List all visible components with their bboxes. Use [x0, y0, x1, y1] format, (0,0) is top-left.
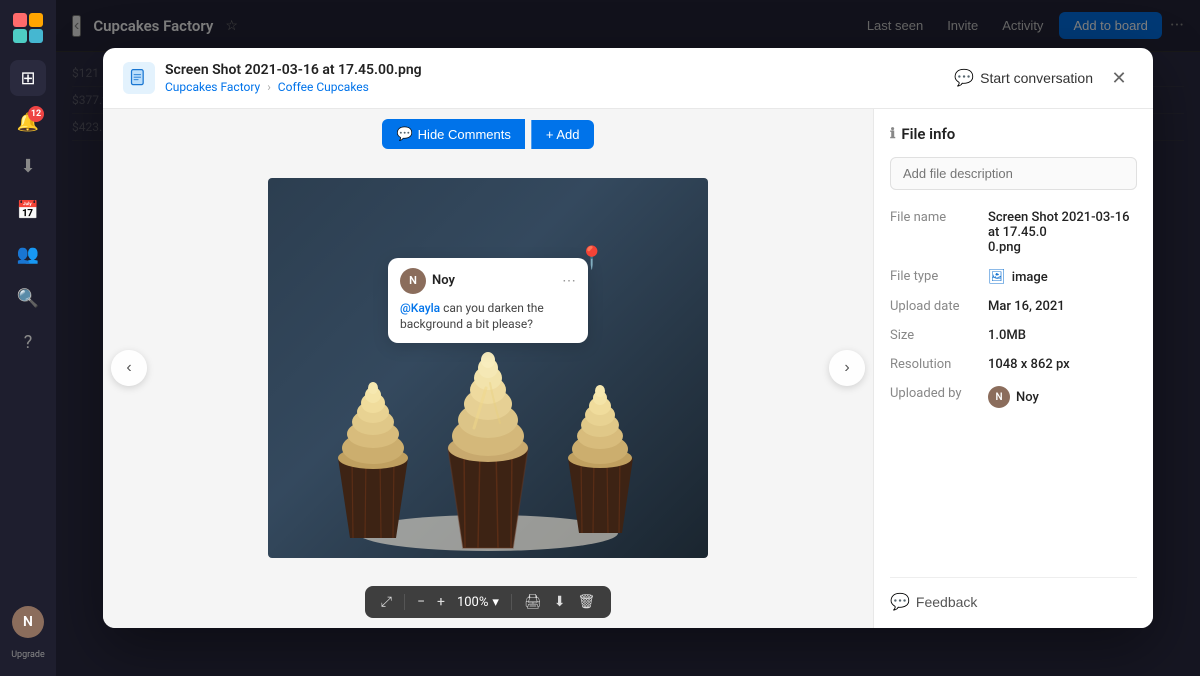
modal-header: Screen Shot 2021-03-16 at 17.45.00.png C…	[103, 48, 1153, 109]
uploader-value: N Noy	[988, 386, 1039, 408]
panel-footer: 💬 Feedback	[890, 577, 1137, 612]
zoom-bar-inner: ⤢ − + 100% ▾ 🖨 ⬇ 🗑	[365, 586, 611, 618]
filetype-icon: 🖼	[988, 269, 1006, 285]
info-row-filename: File name Screen Shot 2021-03-16 at 17.4…	[890, 210, 1137, 255]
sidebar-item-notifications[interactable]: 🔔 12	[10, 104, 46, 140]
sidebar: ⊞ 🔔 12 ⬇ 📅 👥 🔍 ? N Upgrade	[0, 0, 56, 676]
comment-options-icon[interactable]: ⋯	[562, 273, 576, 289]
modal-overlay[interactable]: Screen Shot 2021-03-16 at 17.45.00.png C…	[56, 0, 1200, 676]
download-icon[interactable]: ⬇	[554, 594, 566, 610]
file-icon	[123, 62, 155, 94]
delete-icon[interactable]: 🗑	[577, 594, 595, 610]
zoom-out-icon[interactable]: −	[417, 594, 425, 610]
file-viewer-modal: Screen Shot 2021-03-16 at 17.45.00.png C…	[103, 48, 1153, 628]
start-conversation-button[interactable]: 💬 Start conversation	[954, 68, 1093, 88]
modal-body: 💬 Hide Comments + Add ‹	[103, 109, 1153, 628]
fit-to-screen-icon[interactable]: ⤢	[381, 594, 392, 610]
date-value: Mar 16, 2021	[988, 299, 1065, 314]
zoom-chevron-icon: ▾	[492, 595, 499, 610]
sidebar-item-search[interactable]: 🔍	[10, 280, 46, 316]
zoom-value-selector[interactable]: 100% ▾	[457, 595, 499, 610]
file-info-header: Screen Shot 2021-03-16 at 17.45.00.png C…	[165, 62, 954, 94]
zoom-separator-2	[511, 594, 512, 610]
uploader-label: Uploaded by	[890, 386, 980, 401]
print-icon[interactable]: 🖨	[524, 594, 542, 610]
comment-user: N Noy	[400, 268, 455, 294]
main-area: ‹ Cupcakes Factory ☆ Last seen Invite Ac…	[56, 0, 1200, 676]
info-icon: ℹ	[890, 126, 895, 142]
zoom-bar: ⤢ − + 100% ▾ 🖨 ⬇ 🗑	[349, 576, 627, 628]
comment-header: N Noy ⋯	[400, 268, 576, 294]
date-label: Upload date	[890, 299, 980, 314]
comment-avatar: N	[400, 268, 426, 294]
hide-comments-label: Hide Comments	[418, 127, 511, 142]
breadcrumb-sep: ›	[267, 80, 271, 94]
breadcrumb-parent[interactable]: Cupcakes Factory	[165, 80, 260, 94]
avatar[interactable]: N	[12, 606, 44, 638]
panel-title-label: File info	[901, 125, 955, 143]
resolution-value: 1048 x 862 px	[988, 357, 1070, 372]
comment-text: @Kayla can you darken the background a b…	[400, 300, 576, 334]
size-label: Size	[890, 328, 980, 343]
cupcake-image: N Noy ⋯ @Kayla can you darken the backgr…	[268, 178, 708, 558]
modal-close-button[interactable]: ✕	[1105, 64, 1133, 92]
panel-title: ℹ File info	[890, 125, 1137, 143]
image-container: ‹	[103, 159, 873, 576]
zoom-in-icon[interactable]: +	[437, 594, 445, 610]
hide-comments-button[interactable]: 💬 Hide Comments	[382, 119, 524, 149]
comment-username: Noy	[432, 273, 455, 288]
image-toolbar: 💬 Hide Comments + Add	[366, 109, 609, 159]
sidebar-item-people[interactable]: 👥	[10, 236, 46, 272]
upgrade-label: Upgrade	[11, 650, 45, 660]
info-row-filetype: File type 🖼 image	[890, 269, 1137, 285]
feedback-icon: 💬	[890, 592, 910, 612]
start-conversation-label: Start conversation	[980, 70, 1093, 86]
size-value: 1.0MB	[988, 328, 1026, 343]
filename-label: File name	[890, 210, 980, 225]
feedback-button[interactable]: 💬 Feedback	[890, 592, 977, 612]
zoom-separator-1	[404, 594, 405, 610]
hide-comments-icon: 💬	[396, 126, 412, 142]
add-button[interactable]: + Add	[531, 120, 594, 149]
pin-marker: 📍	[578, 246, 605, 271]
breadcrumb-child[interactable]: Coffee Cupcakes	[278, 80, 369, 94]
info-row-resolution: Resolution 1048 x 862 px	[890, 357, 1137, 372]
right-panel: ℹ File info File name Screen Shot 2021-0…	[873, 109, 1153, 628]
comment-bubble: N Noy ⋯ @Kayla can you darken the backgr…	[388, 258, 588, 344]
sidebar-item-calendar[interactable]: 📅	[10, 192, 46, 228]
info-row-uploaded-by: Uploaded by N Noy	[890, 386, 1137, 408]
add-label: + Add	[546, 127, 580, 142]
filetype-label: File type	[890, 269, 980, 284]
comment-mention: @Kayla	[400, 301, 440, 315]
description-input[interactable]	[890, 157, 1137, 190]
cupcakes-svg	[268, 178, 708, 558]
filename-value: Screen Shot 2021-03-16 at 17.45.00.png	[988, 210, 1137, 255]
nav-left-button[interactable]: ‹	[111, 350, 147, 386]
resolution-label: Resolution	[890, 357, 980, 372]
modal-header-actions: 💬 Start conversation ✕	[954, 64, 1133, 92]
info-row-date: Upload date Mar 16, 2021	[890, 299, 1137, 314]
filetype-value: 🖼 image	[988, 269, 1048, 285]
info-row-size: Size 1.0MB	[890, 328, 1137, 343]
file-name-header: Screen Shot 2021-03-16 at 17.45.00.png	[165, 62, 954, 78]
uploader-avatar: N	[988, 386, 1010, 408]
nav-right-button[interactable]: ›	[829, 350, 865, 386]
notification-badge: 12	[28, 106, 44, 122]
zoom-percentage: 100%	[457, 595, 488, 610]
logo[interactable]	[12, 12, 44, 44]
sidebar-item-help[interactable]: ?	[10, 324, 46, 360]
sidebar-item-inbox[interactable]: ⬇	[10, 148, 46, 184]
breadcrumb: Cupcakes Factory › Coffee Cupcakes	[165, 80, 954, 94]
conversation-icon: 💬	[954, 68, 974, 88]
image-area: 💬 Hide Comments + Add ‹	[103, 109, 873, 628]
feedback-label: Feedback	[916, 594, 977, 610]
sidebar-item-home[interactable]: ⊞	[10, 60, 46, 96]
